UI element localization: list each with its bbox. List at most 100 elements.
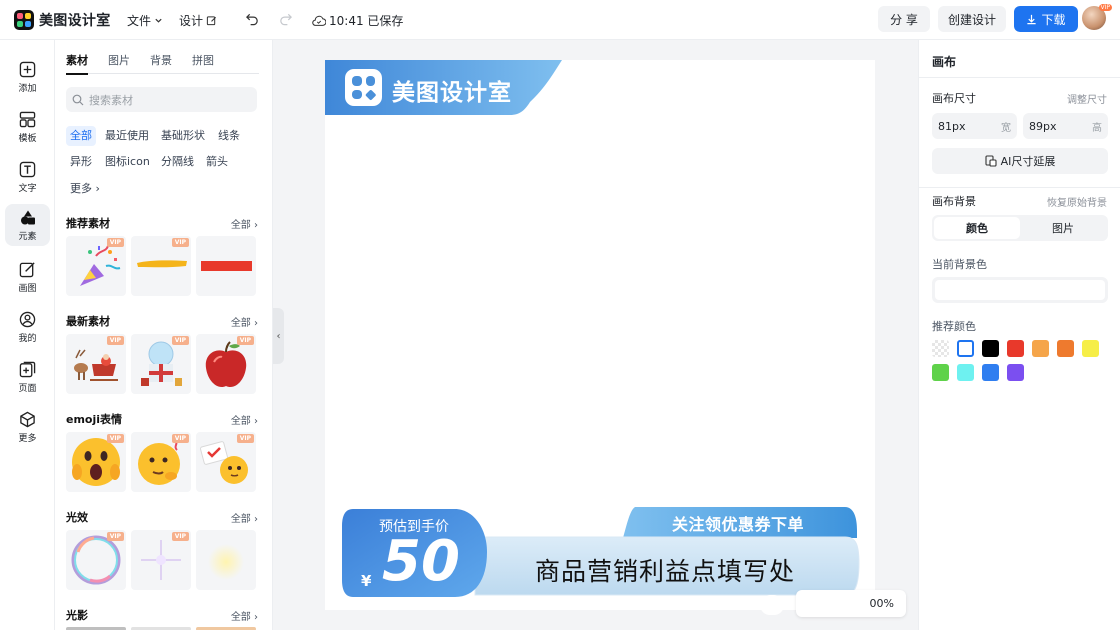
swatch-black[interactable] <box>982 340 999 357</box>
brand-text: 美图设计室 <box>392 80 512 106</box>
rail-draw[interactable]: 画图 <box>5 256 50 298</box>
avatar-vip-badge: VIP <box>1098 4 1112 11</box>
vip-badge: VIP <box>236 434 254 443</box>
swatch-light-orange[interactable] <box>1032 340 1049 357</box>
asset-tile-brush-stroke[interactable]: VIP <box>131 236 191 296</box>
chip-more[interactable]: 更多 › <box>66 179 104 199</box>
edit-icon <box>19 261 35 277</box>
benefit-text: 商品营销利益点填写处 <box>535 557 796 586</box>
rail-text[interactable]: 文字 <box>5 156 50 198</box>
price-value: 50 <box>382 529 460 594</box>
swatch-blue[interactable] <box>982 364 999 381</box>
chip-irregular[interactable]: 异形 <box>66 152 96 172</box>
download-button[interactable]: 下载 <box>1014 6 1078 32</box>
rail-add[interactable]: 添加 <box>5 56 50 98</box>
zoom-dot[interactable] <box>760 595 784 615</box>
swatch-white[interactable] <box>957 340 974 357</box>
swatch-cyan[interactable] <box>957 364 974 381</box>
menu-file[interactable]: 文件 <box>127 12 163 29</box>
vip-badge: VIP <box>171 532 189 541</box>
section-all-label: 全部 <box>230 416 251 427</box>
tab-backgrounds[interactable]: 背景 <box>150 52 172 74</box>
swatch-orange[interactable] <box>1057 340 1074 357</box>
cloud-check-icon <box>312 15 326 26</box>
asset-tile-apple[interactable]: VIP <box>196 334 256 394</box>
save-status: 10:41 已保存 <box>312 12 403 29</box>
chip-lines[interactable]: 线条 <box>214 126 244 146</box>
asset-tile-sparkle[interactable]: VIP <box>131 530 191 590</box>
chip-basic-shapes[interactable]: 基础形状 <box>157 126 209 146</box>
ai-extend-button[interactable]: AI尺寸延展 <box>932 148 1108 174</box>
asset-tile-emoji-sign[interactable]: VIP <box>196 432 256 492</box>
height-unit: 高 <box>1092 122 1102 134</box>
reset-bg-link[interactable]: 恢复原始背景 <box>1047 194 1107 209</box>
bg-mode-segmented: 颜色 图片 <box>932 215 1108 241</box>
tab-collage[interactable]: 拼图 <box>192 52 214 74</box>
undo-icon[interactable] <box>245 12 260 26</box>
layout-icon <box>19 111 36 127</box>
app-logo[interactable]: 美图设计室 <box>14 9 111 30</box>
chip-all[interactable]: 全部 <box>66 126 96 146</box>
section-all-recommended[interactable]: 全部 › <box>231 216 258 231</box>
swatch-yellow[interactable] <box>1082 340 1099 357</box>
edit-icon <box>206 16 217 26</box>
seg-image[interactable]: 图片 <box>1020 217 1106 239</box>
design-canvas[interactable]: 美图设计室 预估到手价 ¥ 50 关注领优惠券下单 商品营销利益点填写处 <box>325 60 875 610</box>
chip-recent[interactable]: 最近使用 <box>101 126 153 146</box>
menu-design[interactable]: 设计 <box>179 12 217 29</box>
section-all-emoji[interactable]: 全部 › <box>231 412 258 427</box>
section-all-shadows[interactable]: 全部 › <box>231 608 258 623</box>
width-field[interactable]: 81px 宽 <box>932 113 1017 139</box>
text-icon <box>19 161 36 177</box>
chip-more-label: 更多 <box>70 182 92 195</box>
asset-tile-red-bar[interactable] <box>196 236 256 296</box>
swatch-red[interactable] <box>1007 340 1024 357</box>
search-icon <box>72 94 84 105</box>
resize-link[interactable]: 调整尺寸 <box>1067 91 1107 106</box>
collapse-panel-button[interactable]: ‹ <box>273 308 284 364</box>
asset-tile-sleigh[interactable]: VIP <box>66 334 126 394</box>
asset-tile-emoji-shocked[interactable]: VIP <box>66 432 126 492</box>
user-icon <box>19 311 36 327</box>
tab-materials[interactable]: 素材 <box>66 52 88 75</box>
asset-tile-snow-globe[interactable]: VIP <box>131 334 191 394</box>
section-all-latest[interactable]: 全部 › <box>231 314 258 329</box>
seg-color[interactable]: 颜色 <box>934 217 1020 239</box>
rail-templates[interactable]: 模板 <box>5 106 50 148</box>
redo-icon[interactable] <box>278 12 293 26</box>
share-button[interactable]: 分 享 <box>878 6 930 32</box>
glow-icon <box>208 544 244 580</box>
asset-tile-emoji-thinking[interactable]: VIP <box>131 432 191 492</box>
swatch-transparent[interactable] <box>932 340 949 357</box>
chip-arrows[interactable]: 箭头 <box>202 152 232 172</box>
swatch-green[interactable] <box>932 364 949 381</box>
top-bar: 美图设计室 文件 设计 10:41 已保存 分 享 创建设计 下载 VIP <box>0 0 1120 40</box>
section-title-latest: 最新素材 <box>66 315 110 328</box>
download-label: 下载 <box>1041 12 1066 27</box>
section-title-emoji: emoji表情 <box>66 413 123 426</box>
section-all-light-effects[interactable]: 全部 › <box>231 510 258 525</box>
asset-tile-glow[interactable] <box>196 530 256 590</box>
height-field[interactable]: 89px 高 <box>1023 113 1108 139</box>
vip-badge: VIP <box>106 434 124 443</box>
create-design-button[interactable]: 创建设计 <box>938 6 1006 32</box>
chip-icons[interactable]: 图标icon <box>101 152 154 172</box>
canvas-size-label: 画布尺寸 <box>932 92 976 105</box>
rail-pages-label: 页面 <box>18 383 37 394</box>
plus-square-icon <box>19 61 36 77</box>
zoom-control[interactable]: 00% <box>796 590 906 617</box>
rail-more[interactable]: 更多 <box>5 406 50 448</box>
current-bg-swatch[interactable] <box>932 277 1108 303</box>
red-bar-icon <box>201 261 252 271</box>
rail-pages[interactable]: 页面 <box>5 356 50 398</box>
rail-mine[interactable]: 我的 <box>5 306 50 348</box>
asset-tile-party-popper[interactable]: VIP <box>66 236 126 296</box>
chip-dividers[interactable]: 分隔线 <box>157 152 198 172</box>
swatch-purple[interactable] <box>1007 364 1024 381</box>
tab-images[interactable]: 图片 <box>108 52 130 74</box>
menu-file-label: 文件 <box>127 14 152 28</box>
search-input[interactable]: 搜索素材 <box>66 87 257 112</box>
asset-tile-bubble[interactable]: VIP <box>66 530 126 590</box>
rail-elements[interactable]: 元素 <box>5 204 50 246</box>
width-value: 81px <box>938 119 966 133</box>
